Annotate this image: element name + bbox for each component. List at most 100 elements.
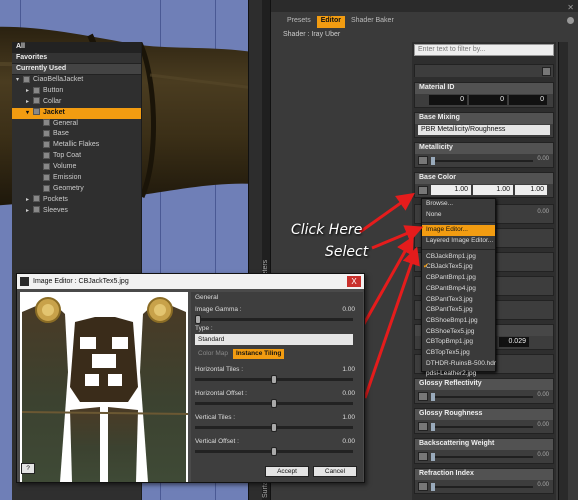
slider-knob[interactable]: [431, 157, 435, 165]
tree-item[interactable]: Geometry: [12, 184, 141, 195]
close-button[interactable]: X: [347, 276, 361, 287]
tab-shader-baker[interactable]: Shader Baker: [347, 16, 398, 28]
glossy-roughness-value[interactable]: 0.00: [537, 422, 549, 428]
glossy-reflectivity-value[interactable]: 0.00: [537, 392, 549, 398]
slider-knob[interactable]: [431, 453, 435, 461]
menu-item[interactable]: None: [422, 210, 495, 221]
hidden-value[interactable]: 0.029: [499, 337, 529, 347]
base-color-b[interactable]: 1.00: [515, 185, 547, 195]
texture-button[interactable]: [418, 422, 428, 431]
metallicity-value[interactable]: 0.00: [537, 156, 549, 162]
tab-instance-tiling[interactable]: Instance Tiling: [232, 349, 285, 359]
horizontal-offset-slider[interactable]: [195, 399, 353, 408]
material-id-g[interactable]: 0: [469, 95, 507, 105]
slider-knob[interactable]: [271, 423, 277, 432]
menu-item[interactable]: ✔ CBJackTex5.jpg: [422, 262, 495, 273]
expand-arrow-icon[interactable]: ▸: [26, 206, 33, 216]
tree-item[interactable]: Volume: [12, 162, 141, 173]
expand-arrow-icon[interactable]: ▸: [26, 195, 33, 205]
tree-item[interactable]: Base: [12, 129, 141, 140]
metallicity-slider[interactable]: [431, 157, 533, 165]
slider-knob[interactable]: [271, 375, 277, 384]
tree-item[interactable]: ▸ Collar: [12, 97, 141, 108]
expand-arrow-icon[interactable]: ▾: [16, 75, 23, 85]
glossy-reflectivity-slider[interactable]: [431, 393, 533, 401]
menu-item[interactable]: CBTopTex5.jpg: [422, 348, 495, 359]
backscattering-weight-value[interactable]: 0.00: [537, 452, 549, 458]
menu-item[interactable]: CBPantBmp4.jpg: [422, 284, 495, 295]
options-button[interactable]: [542, 67, 551, 76]
vertical-tiles-slider[interactable]: [195, 423, 353, 432]
horizontal-tiles-slider[interactable]: [195, 375, 353, 384]
help-button[interactable]: ?: [21, 463, 35, 474]
vertical-tiles-value[interactable]: 1.00: [342, 414, 355, 421]
vertical-offset-slider[interactable]: [195, 447, 353, 456]
tree-filter-favorites[interactable]: Favorites: [12, 53, 141, 64]
expand-arrow-icon[interactable]: ▾: [26, 108, 33, 118]
tree-item[interactable]: ▾ CiaoBellaJacket: [12, 75, 141, 86]
gear-icon[interactable]: [567, 17, 574, 24]
menu-item[interactable]: CBTopBmp1.jpg: [422, 337, 495, 348]
menu-item[interactable]: CBJackBmp1.jpg: [422, 252, 495, 263]
tree-filter-currently-used[interactable]: Currently Used: [12, 64, 141, 75]
menu-item[interactable]: pdsi-Leather2.jpg: [422, 369, 495, 380]
tab-color-map[interactable]: Color Map: [195, 349, 231, 359]
menu-item[interactable]: CBShoeTex5.jpg: [422, 327, 495, 338]
expand-arrow-icon[interactable]: ▸: [26, 97, 33, 107]
glossy-roughness-slider[interactable]: [431, 423, 533, 431]
texture-button[interactable]: [418, 482, 428, 491]
accept-button[interactable]: Accept: [265, 466, 309, 477]
tree-filter-all[interactable]: All: [12, 42, 141, 53]
menu-item[interactable]: CBShoeBmp1.jpg: [422, 316, 495, 327]
close-icon[interactable]: ✕: [567, 3, 574, 12]
menu-item[interactable]: CBPantTex5.jpg: [422, 305, 495, 316]
tree-item[interactable]: ▸ Sleeves: [12, 206, 141, 217]
slider-knob[interactable]: [431, 423, 435, 431]
filter-input[interactable]: Enter text to filter by...: [414, 44, 554, 56]
base-color-g[interactable]: 1.00: [473, 185, 513, 195]
slider-knob[interactable]: [271, 447, 277, 456]
properties-scrollbar[interactable]: [558, 42, 568, 500]
tab-editor[interactable]: Editor: [316, 16, 345, 28]
tree-item[interactable]: General: [12, 119, 141, 130]
slider-knob[interactable]: [431, 483, 435, 491]
tree-item[interactable]: Metallic Flakes: [12, 140, 141, 151]
texture-button[interactable]: [418, 156, 428, 165]
backscattering-weight-slider[interactable]: [431, 453, 533, 461]
material-group-icon: [33, 97, 40, 105]
slider-knob[interactable]: [271, 399, 277, 408]
menu-item[interactable]: DTHDR-RuinsB-500.hdr: [422, 359, 496, 370]
material-id-r[interactable]: 0: [429, 95, 467, 105]
cancel-button[interactable]: Cancel: [313, 466, 357, 477]
slider-knob[interactable]: [431, 393, 435, 401]
base-mixing-select[interactable]: PBR Metallicity/Roughness: [418, 125, 550, 135]
menu-item[interactable]: Browse...: [422, 199, 495, 210]
tree-item[interactable]: ▸ Pockets: [12, 195, 141, 206]
tab-presets[interactable]: Presets: [283, 16, 315, 28]
tree-item[interactable]: ▸ Button: [12, 86, 141, 97]
image-gamma-value[interactable]: 0.00: [342, 306, 355, 313]
texture-button[interactable]: [418, 392, 428, 401]
image-gamma-slider[interactable]: [195, 315, 353, 324]
tree-item[interactable]: ▾ Jacket: [12, 107, 141, 119]
slider-knob[interactable]: [195, 315, 201, 324]
texture-button[interactable]: [418, 186, 428, 195]
expand-arrow-icon[interactable]: ▸: [26, 86, 33, 96]
menu-item[interactable]: Image Editor...: [422, 225, 495, 237]
tree-item[interactable]: Emission: [12, 173, 141, 184]
horizontal-tiles-value[interactable]: 1.00: [342, 366, 355, 373]
menu-item[interactable]: CBPantBmp1.jpg: [422, 273, 495, 284]
dialog-title-bar[interactable]: Image Editor : CBJackTex5.jpg X: [17, 274, 364, 289]
material-id-b[interactable]: 0: [509, 95, 547, 105]
texture-button[interactable]: [418, 452, 428, 461]
horizontal-offset-value[interactable]: 0.00: [342, 390, 355, 397]
tree-item[interactable]: Top Coat: [12, 151, 141, 162]
vertical-offset-value[interactable]: 0.00: [342, 438, 355, 445]
menu-item[interactable]: Layered Image Editor...: [422, 236, 495, 247]
texture-preview[interactable]: [20, 292, 188, 482]
refraction-index-value[interactable]: 0.00: [537, 482, 549, 488]
refraction-index-slider[interactable]: [431, 483, 533, 491]
base-color-r[interactable]: 1.00: [431, 185, 471, 195]
type-select[interactable]: Standard: [195, 334, 353, 345]
menu-item[interactable]: CBPantTex3.jpg: [422, 295, 495, 306]
